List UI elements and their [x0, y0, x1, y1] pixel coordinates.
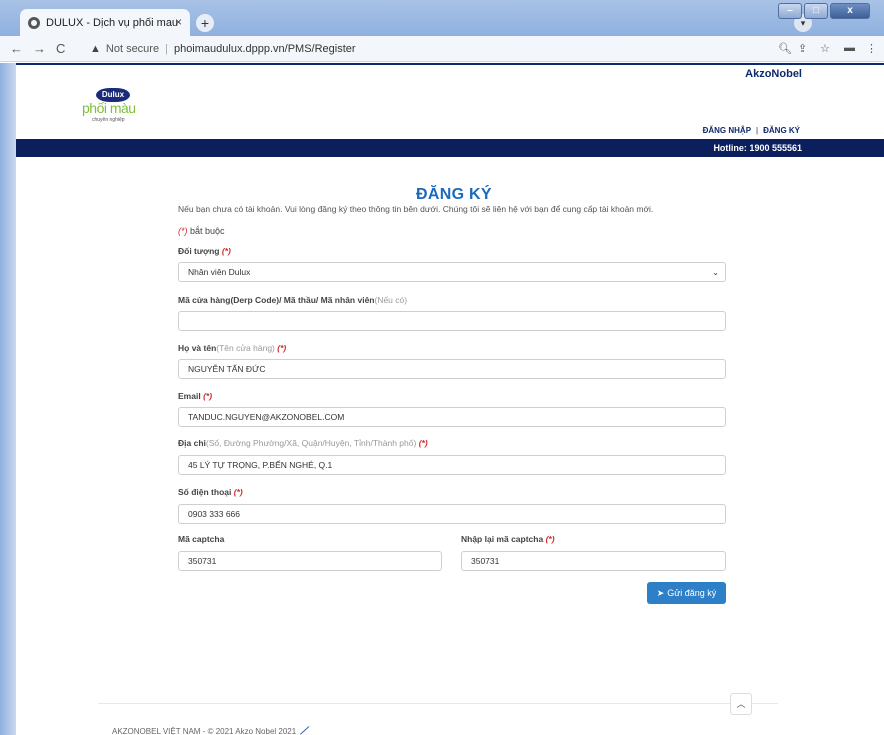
phoimau-logo-text: phối màu	[82, 100, 136, 116]
new-tab-button[interactable]: +	[196, 14, 214, 32]
extension-icon[interactable]: ▬	[844, 42, 855, 54]
site-favicon-icon	[28, 16, 40, 29]
window-controls: – □ x	[778, 3, 870, 19]
scroll-to-top-button[interactable]: ︿	[730, 693, 752, 715]
hotline-text: Hotline: 1900 555561	[713, 143, 802, 153]
hotline-bar: Hotline: 1900 555561	[16, 139, 884, 157]
phone-label: Số điện thoại (*)	[178, 487, 243, 497]
security-label: Not secure	[105, 43, 160, 55]
register-link[interactable]: ĐĂNG KÝ	[763, 126, 800, 135]
page: AkzoNobel Dulux phối màu chuyên nghiệp Đ…	[16, 63, 884, 735]
phone-input[interactable]: 0903 333 666	[178, 504, 726, 524]
email-input[interactable]: TANDUC.NGUYEN@AKZONOBEL.COM	[178, 407, 726, 427]
minimize-icon[interactable]: –	[778, 3, 802, 19]
reload-icon[interactable]: C	[56, 41, 65, 56]
menu-icon[interactable]: ⋮	[866, 42, 877, 55]
footer-copyright: AKZONOBEL VIỆT NAM - © 2021 Akzo Nobel 2…	[112, 726, 308, 735]
name-label: Họ và tên(Tên cửa hàng) (*)	[178, 343, 287, 353]
paper-plane-icon: ➤	[656, 588, 665, 598]
browser-tabbar: DULUX - Dịch vụ phối mau × + ▾ – □ x	[0, 0, 884, 36]
forward-arrow-icon[interactable]: →	[33, 41, 46, 56]
top-nav: ĐĂNG NHẬP | ĐĂNG KÝ	[703, 126, 800, 135]
object-label: Đối tượng (*)	[178, 246, 231, 256]
name-input[interactable]: NGUYỄN TẤN ĐỨC	[178, 359, 726, 379]
code-label: Mã cửa hàng(Derp Code)/ Mã thầu/ Mã nhân…	[178, 295, 408, 305]
url-separator: |	[165, 43, 168, 55]
dulux-logo[interactable]: Dulux phối màu chuyên nghiệp	[82, 88, 162, 130]
akzonobel-brand: AkzoNobel	[745, 68, 802, 80]
share-icon[interactable]: ⇪	[798, 42, 807, 55]
code-input[interactable]	[178, 311, 726, 331]
address-toolbar: ← → C ▲ Not secure | phoimaudulux.dppp.v…	[0, 36, 884, 62]
email-label: Email (*)	[178, 391, 213, 401]
tab-title: DULUX - Dịch vụ phối mau	[46, 16, 179, 29]
bookmark-star-icon[interactable]: ☆	[820, 42, 830, 55]
captcha-confirm-input[interactable]: 350731	[461, 551, 726, 571]
chevron-down-icon: ⌄	[712, 268, 719, 277]
page-title: ĐĂNG KÝ	[416, 186, 492, 203]
top-rule	[16, 63, 884, 65]
captcha-input[interactable]: 350731	[178, 551, 442, 571]
warning-icon: ▲	[90, 43, 101, 55]
submit-register-button[interactable]: ➤ Gửi đăng ký	[647, 582, 726, 604]
login-link[interactable]: ĐĂNG NHẬP	[703, 126, 751, 135]
zoom-icon[interactable]: 🔍︎	[778, 42, 792, 55]
browser-tab[interactable]: DULUX - Dịch vụ phối mau ×	[20, 9, 190, 36]
footer-divider	[98, 703, 778, 704]
required-note: (*) bắt buộc	[178, 226, 225, 236]
nav-separator: |	[756, 126, 759, 135]
url-text: phoimaudulux.dppp.vn/PMS/Register	[173, 43, 356, 55]
object-select[interactable]: Nhân viên Dulux ⌄	[178, 262, 726, 282]
url-bar[interactable]: ▲ Not secure | phoimaudulux.dppp.vn/PMS/…	[90, 39, 770, 59]
address-label: Địa chỉ(Số, Đường Phường/Xã, Quận/Huyện,…	[178, 438, 428, 448]
captcha-label: Mã captcha	[178, 534, 225, 544]
akzonobel-signature-icon: ⟋	[300, 726, 308, 735]
captcha-confirm-label: Nhập lại mã captcha (*)	[461, 534, 555, 544]
window-edge	[0, 63, 16, 735]
maximize-icon[interactable]: □	[804, 3, 828, 19]
logo-subtitle: chuyên nghiệp	[92, 117, 125, 123]
address-input[interactable]: 45 LÝ TỰ TRỌNG, P.BẾN NGHÉ, Q.1	[178, 455, 726, 475]
close-window-icon[interactable]: x	[830, 3, 870, 19]
back-arrow-icon[interactable]: ←	[10, 41, 23, 56]
intro-text: Nếu bạn chưa có tài khoản. Vui lòng đăng…	[178, 204, 654, 214]
tab-close-icon[interactable]: ×	[175, 15, 182, 29]
